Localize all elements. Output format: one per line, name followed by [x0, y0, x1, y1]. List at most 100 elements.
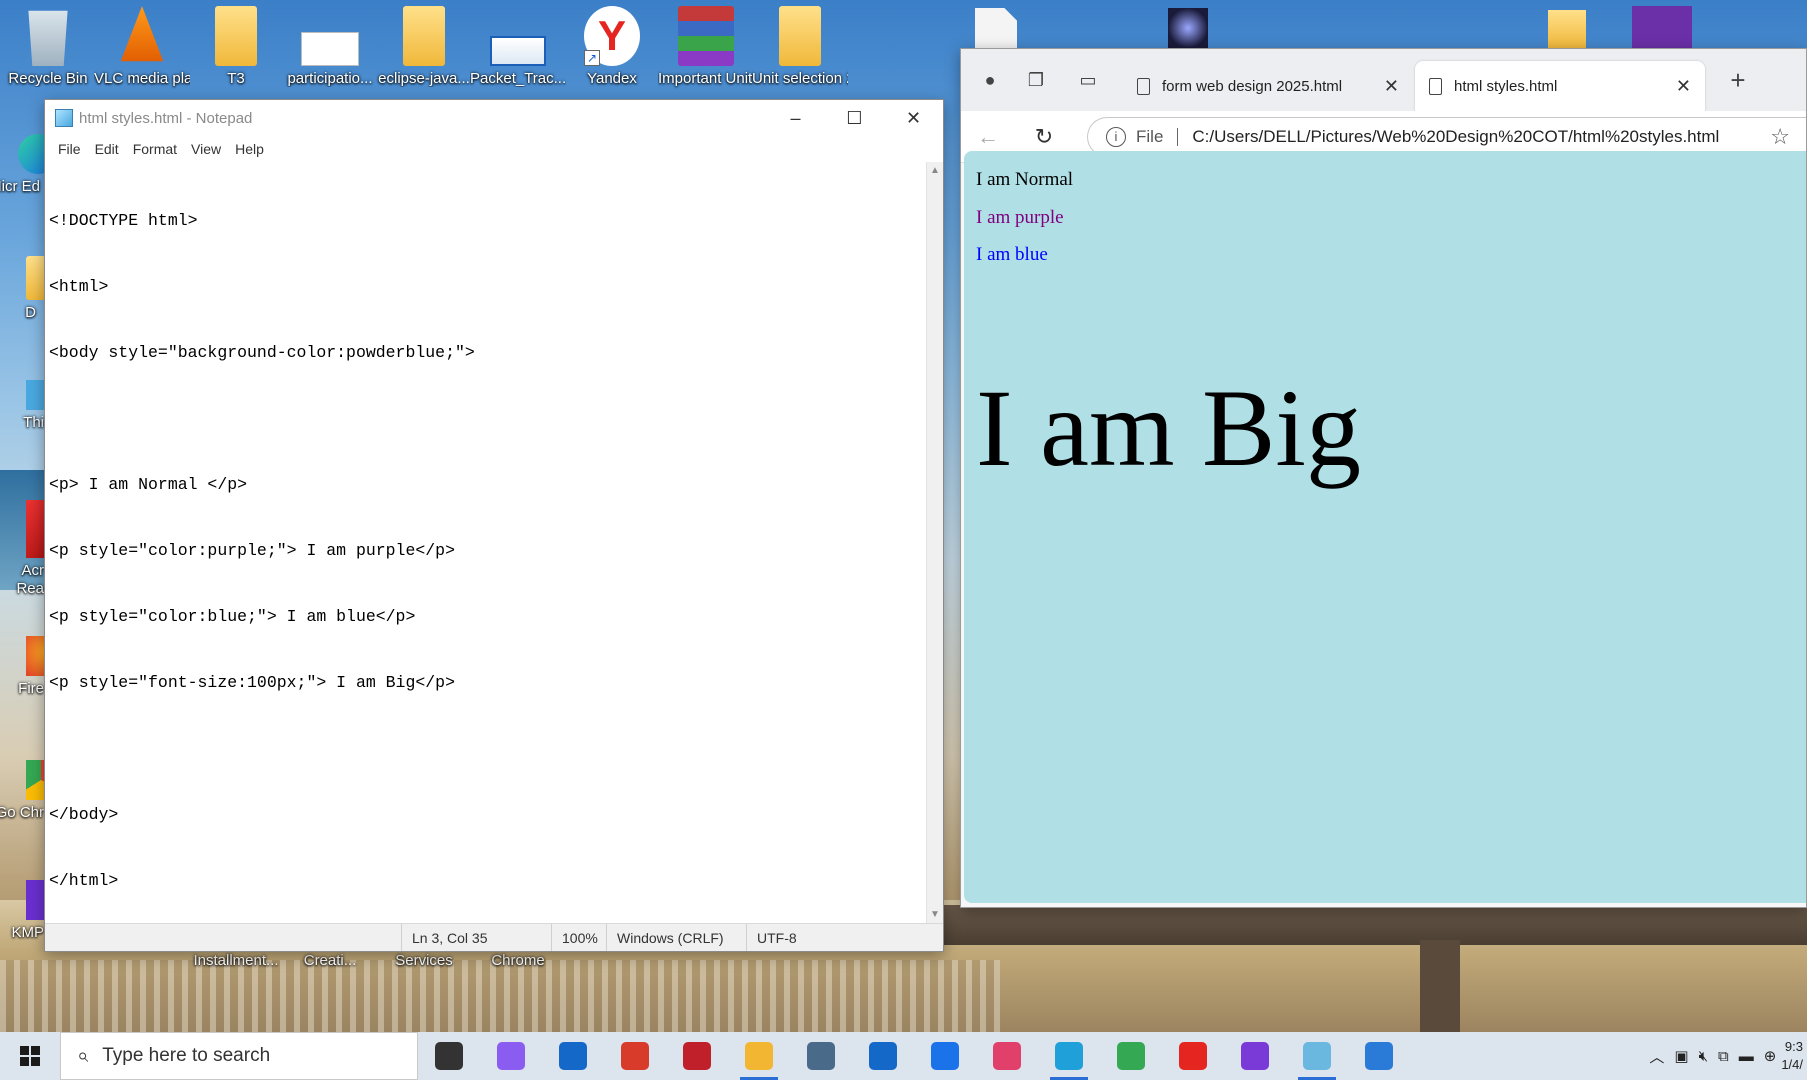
page-icon	[1137, 77, 1150, 95]
notepad-titlebar[interactable]: html styles.html - Notepad – ☐ ✕	[45, 100, 943, 136]
desktop-icon-label: Recycle Bin	[8, 70, 88, 87]
taskbar-app-button[interactable]	[852, 1032, 914, 1080]
taskbar-app-button[interactable]	[728, 1032, 790, 1080]
minimize-button[interactable]: –	[766, 100, 825, 136]
tab-actions-icon[interactable]: ▭	[1071, 65, 1105, 95]
desktop-icon-important-unit[interactable]: Important Unit Select...	[658, 6, 754, 90]
taskbar-app-button[interactable]	[418, 1032, 480, 1080]
tab-html-styles[interactable]: html styles.html ✕	[1415, 61, 1705, 111]
taskbar-app-button[interactable]	[480, 1032, 542, 1080]
taskbar-app-button[interactable]	[1224, 1032, 1286, 1080]
windows-logo-icon	[20, 1046, 40, 1066]
refresh-icon[interactable]: ↻	[1027, 121, 1061, 153]
menu-help[interactable]: Help	[228, 141, 271, 157]
taskbar-app-button[interactable]	[1162, 1032, 1224, 1080]
close-button[interactable]: ✕	[884, 100, 943, 136]
desktop-icon-eclipse[interactable]: eclipse-java...	[376, 6, 472, 87]
desktop-icon-label: Creati...	[303, 952, 357, 969]
status-line-endings: Windows (CRLF)	[606, 924, 746, 951]
taskbar-app-button[interactable]	[1348, 1032, 1410, 1080]
taskbar-search[interactable]: ⌕ Type here to search	[60, 1032, 418, 1080]
collections-icon[interactable]: ❐	[1019, 65, 1053, 95]
menu-view[interactable]: View	[184, 141, 228, 157]
azure-icon	[931, 1042, 959, 1070]
profile-icon[interactable]: ●	[973, 65, 1007, 95]
document-icon[interactable]	[975, 8, 1017, 50]
volume-muted-icon[interactable]: 🔇︎	[1694, 1048, 1713, 1065]
back-icon[interactable]: ←	[971, 121, 1005, 153]
vertical-scrollbar[interactable]: ▲ ▼	[926, 162, 943, 923]
desktop-icon-label: Services	[395, 952, 453, 969]
desktop-icon-unit-selection[interactable]: Unit selection 2024...	[752, 6, 848, 90]
taskbar-app-button[interactable]	[976, 1032, 1038, 1080]
desktop-icon-t3[interactable]: T3	[188, 6, 284, 87]
taskbar-app-button[interactable]	[790, 1032, 852, 1080]
app-purple-icon	[1241, 1042, 1269, 1070]
recycle-bin-icon	[28, 10, 68, 66]
tab-close-icon[interactable]: ✕	[1676, 76, 1691, 97]
taskbar-app-button[interactable]	[914, 1032, 976, 1080]
taskbar-app-button[interactable]	[666, 1032, 728, 1080]
window-controls: – ☐ ✕	[766, 100, 943, 136]
visual-studio-icon[interactable]	[1632, 6, 1692, 48]
vlc-icon	[120, 6, 164, 62]
page-viewport: I am Normal I am purple I am blue I am B…	[964, 151, 1806, 903]
maximize-button[interactable]: ☐	[825, 100, 884, 136]
folder-icon[interactable]	[1548, 10, 1586, 48]
info-icon[interactable]: i	[1106, 127, 1126, 147]
taskbar-app-button[interactable]	[1100, 1032, 1162, 1080]
taskbar-app-button[interactable]	[542, 1032, 604, 1080]
desktop-icon-label: Chrome	[491, 952, 545, 969]
desktop-icon-label-chrome[interactable]: Chrome	[470, 952, 566, 969]
display-icon[interactable]: ⧉	[1713, 1048, 1734, 1065]
address-url: C:/Users/DELL/Pictures/Web%20Design%20CO…	[1192, 127, 1720, 146]
code-line: <p style="color:purple;"> I am purple</p…	[49, 541, 455, 560]
desktop-icon-participation[interactable]: participatio...	[282, 6, 378, 87]
desktop-icon-label-installment[interactable]: Installment...	[188, 952, 284, 969]
notepad-statusbar: Ln 3, Col 35 100% Windows (CRLF) UTF-8	[45, 923, 943, 951]
code-line: <html>	[49, 277, 109, 296]
movie-thumbnail-icon[interactable]	[1168, 8, 1208, 48]
tab-form-web-design[interactable]: form web design 2025.html ✕	[1123, 61, 1413, 111]
menu-file[interactable]: File	[51, 141, 88, 157]
document-icon	[301, 32, 359, 66]
desktop-icon-recycle-bin[interactable]: Recycle Bin	[0, 6, 96, 87]
desktop-icon-label: Micr Ed	[0, 178, 40, 195]
paragraph-blue: I am blue	[976, 244, 1048, 265]
code-line: </html>	[49, 871, 119, 890]
start-button[interactable]	[0, 1032, 60, 1080]
desktop-icon-yandex[interactable]: ↗ Yandex	[564, 6, 660, 87]
tray-overflow-icon[interactable]: ︿	[1644, 1046, 1669, 1067]
desktop-fence-rail	[940, 905, 1807, 945]
desktop-icon-vlc[interactable]: VLC media player	[94, 6, 190, 90]
desktop-icon-label-creati[interactable]: Creati...	[282, 952, 378, 969]
paragraph-purple: I am purple	[976, 207, 1064, 228]
task-view-icon	[435, 1042, 463, 1070]
desktop-icon-packet-tracer[interactable]: Packet_Trac...	[470, 6, 566, 87]
new-tab-icon[interactable]: +	[1721, 65, 1755, 95]
meet-now-icon[interactable]: ▣	[1669, 1047, 1693, 1065]
battery-icon[interactable]: ▬	[1734, 1048, 1759, 1065]
taskbar-app-button[interactable]	[1286, 1032, 1348, 1080]
favorite-star-icon[interactable]: ☆	[1770, 124, 1790, 150]
menu-format[interactable]: Format	[126, 141, 184, 157]
taskbar-app-button[interactable]	[1038, 1032, 1100, 1080]
tab-close-icon[interactable]: ✕	[1384, 76, 1399, 97]
scroll-up-icon[interactable]: ▲	[927, 162, 943, 179]
notepad-text-area[interactable]: <!DOCTYPE html> <html> <body style="back…	[45, 162, 926, 923]
menu-edit[interactable]: Edit	[88, 141, 126, 157]
paragraph-big: I am Big	[976, 367, 1361, 489]
desktop-icon-label: Unit selection 2024...	[752, 70, 848, 87]
desktop-icon-label-services[interactable]: Services	[376, 952, 472, 969]
file-explorer-icon	[745, 1042, 773, 1070]
scroll-down-icon[interactable]: ▼	[927, 906, 943, 923]
page-icon	[1429, 77, 1442, 95]
network-globe-icon[interactable]: ⊕	[1759, 1047, 1782, 1065]
clock[interactable]: 9:3 1/4/	[1781, 1038, 1807, 1074]
paragraph-normal: I am Normal	[976, 169, 1074, 190]
status-position: Ln 3, Col 35	[401, 924, 551, 951]
taskbar-app-button[interactable]	[604, 1032, 666, 1080]
notepad-title: html styles.html - Notepad	[79, 109, 253, 127]
desktop-icon-label: participatio...	[287, 70, 373, 87]
edge-icon	[1055, 1042, 1083, 1070]
